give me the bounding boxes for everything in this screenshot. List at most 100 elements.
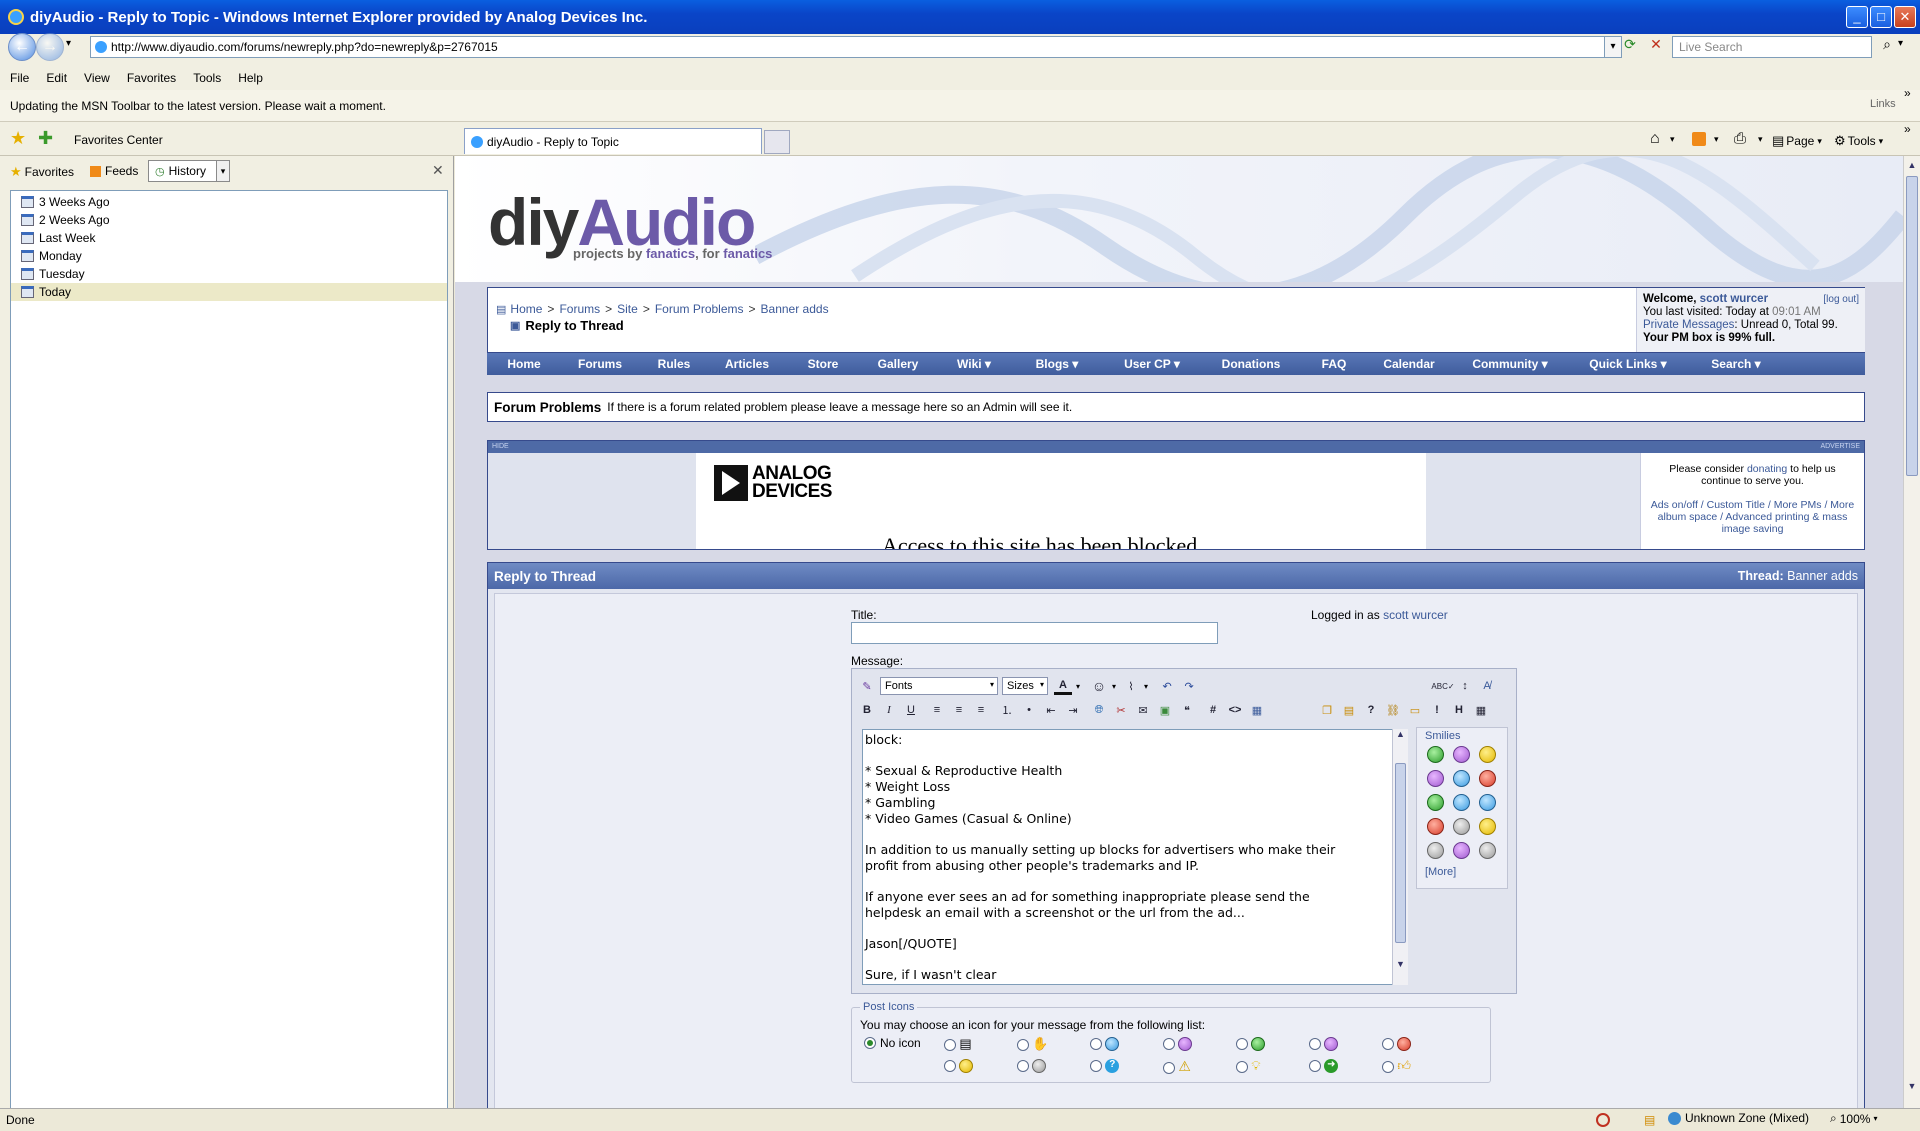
redo-icon[interactable]: ↷ xyxy=(1180,677,1198,695)
history-item[interactable]: Last Week xyxy=(11,229,447,247)
size-select[interactable]: Sizes ▾ xyxy=(1002,677,1048,695)
tools-menu[interactable]: ⚙ Tools ▾ xyxy=(1834,133,1883,149)
forward-button[interactable]: → xyxy=(36,33,64,61)
post-icon-option[interactable] xyxy=(1309,1036,1382,1052)
post-icon-radio[interactable] xyxy=(944,1059,956,1072)
post-icon-radio[interactable] xyxy=(1163,1037,1175,1050)
remove-format-icon[interactable]: A̸ xyxy=(1478,677,1496,695)
page-scroll-up-icon[interactable]: ▲ xyxy=(1904,160,1920,170)
nav-wiki[interactable]: Wiki ▾ xyxy=(935,357,1013,371)
smilie-icon[interactable] xyxy=(1427,770,1444,787)
print-icon[interactable]: ⎙ xyxy=(1734,130,1746,147)
breadcrumb-thread[interactable]: Banner adds xyxy=(761,302,829,316)
insert-email-icon[interactable]: ✉ xyxy=(1134,701,1152,719)
smilie-icon[interactable] xyxy=(1453,842,1470,859)
new-tab-button[interactable] xyxy=(764,130,790,154)
security-warning-icon[interactable]: ▤ xyxy=(1644,1113,1655,1127)
smilie-icon[interactable]: ☺ xyxy=(1090,677,1108,695)
post-icon-radio[interactable] xyxy=(1309,1037,1321,1050)
stop-icon[interactable]: ✕ xyxy=(1646,36,1666,58)
ad-advertise-link[interactable]: ADVERTISE xyxy=(1820,443,1860,450)
home-dropdown-icon[interactable]: ▾ xyxy=(1670,134,1675,145)
history-item[interactable]: 2 Weeks Ago xyxy=(11,211,447,229)
menu-tools[interactable]: Tools xyxy=(193,71,221,85)
tag-icon[interactable]: ▭ xyxy=(1406,701,1424,719)
indent-icon[interactable]: ⇥ xyxy=(1064,701,1082,719)
nav-user-cp[interactable]: User CP ▾ xyxy=(1101,357,1203,371)
smilie-icon[interactable] xyxy=(1453,770,1470,787)
unordered-list-icon[interactable]: • xyxy=(1020,701,1038,719)
post-icon-option[interactable] xyxy=(1236,1036,1309,1052)
menu-edit[interactable]: Edit xyxy=(46,71,67,85)
search-icon[interactable]: ⌕ xyxy=(1876,36,1898,58)
history-item-selected[interactable]: Today xyxy=(11,283,447,301)
help-icon[interactable]: ? xyxy=(1362,701,1380,719)
page-scroll-thumb[interactable] xyxy=(1906,176,1918,476)
history-item[interactable]: Tuesday xyxy=(11,265,447,283)
nav-quick-links[interactable]: Quick Links ▾ xyxy=(1571,357,1685,371)
breadcrumb-forum-problems[interactable]: Forum Problems xyxy=(655,302,744,316)
more-smilies-link[interactable]: [More] xyxy=(1417,861,1507,883)
menu-view[interactable]: View xyxy=(84,71,110,85)
favorites-star-icon[interactable]: ★ xyxy=(10,128,26,149)
attach-dropdown-icon[interactable]: ▾ xyxy=(1144,682,1148,691)
outdent-icon[interactable]: ⇤ xyxy=(1042,701,1060,719)
ordered-list-icon[interactable]: ⒈ xyxy=(998,701,1016,719)
smilie-icon[interactable] xyxy=(1427,746,1444,763)
message-textarea[interactable]: block: * Sexual & Reproductive Health * We… xyxy=(862,729,1408,985)
donate-link[interactable]: donating xyxy=(1747,463,1787,475)
logout-link[interactable]: [log out] xyxy=(1823,293,1859,306)
post-icon-option[interactable]: ? xyxy=(1090,1058,1163,1075)
insert-image-icon[interactable]: ▣ xyxy=(1156,701,1174,719)
align-left-icon[interactable]: ≡ xyxy=(928,701,946,719)
title-input[interactable] xyxy=(851,622,1218,644)
post-icon-option[interactable] xyxy=(1163,1036,1236,1052)
wrap-code-icon[interactable]: # xyxy=(1204,701,1222,719)
print-dropdown-icon[interactable]: ▾ xyxy=(1758,134,1763,145)
paste-icon[interactable]: ▤ xyxy=(1340,701,1358,719)
page-scroll-down-icon[interactable]: ▼ xyxy=(1904,1081,1920,1091)
undo-icon[interactable]: ↶ xyxy=(1158,677,1176,695)
smilie-icon[interactable] xyxy=(1479,842,1496,859)
attach-icon[interactable]: ⌇ xyxy=(1122,677,1140,695)
maximize-button[interactable]: □ xyxy=(1870,6,1892,28)
nav-gallery[interactable]: Gallery xyxy=(861,357,935,371)
message-scrollbar[interactable]: ▲ ▼ xyxy=(1392,729,1408,985)
post-icon-radio[interactable] xyxy=(1236,1060,1248,1073)
font-color-icon[interactable]: A xyxy=(1054,677,1072,695)
smilie-icon[interactable] xyxy=(1479,818,1496,835)
close-panel-icon[interactable]: ✕ xyxy=(432,162,444,179)
post-icon-radio[interactable] xyxy=(1090,1059,1102,1072)
smilie-icon[interactable] xyxy=(1427,818,1444,835)
remove-link-icon[interactable]: ✂ xyxy=(1112,701,1130,719)
post-icon-option[interactable] xyxy=(1017,1058,1090,1075)
bold-icon[interactable]: B xyxy=(858,701,876,719)
breadcrumb-site[interactable]: Site xyxy=(617,302,638,316)
feeds-tab[interactable]: Feeds xyxy=(90,164,138,178)
minimize-button[interactable]: _ xyxy=(1846,6,1868,28)
exclaim-icon[interactable]: ! xyxy=(1428,701,1446,719)
smilie-icon[interactable] xyxy=(1453,794,1470,811)
address-input[interactable]: http://www.diyaudio.com/forums/newreply.… xyxy=(90,36,1610,58)
history-item[interactable]: Monday xyxy=(11,247,447,265)
history-item[interactable]: 3 Weeks Ago xyxy=(11,193,447,211)
home-icon[interactable]: ⌂ xyxy=(1650,130,1660,148)
page-menu[interactable]: ▤ Page ▾ xyxy=(1772,133,1822,149)
smilie-icon[interactable] xyxy=(1479,746,1496,763)
page-scrollbar[interactable]: ▲ ▼ xyxy=(1903,156,1920,1111)
scroll-up-icon[interactable]: ▲ xyxy=(1393,729,1408,739)
nav-donations[interactable]: Donations xyxy=(1203,357,1299,371)
table-icon[interactable]: ▦ xyxy=(1472,701,1490,719)
align-right-icon[interactable]: ≡ xyxy=(972,701,990,719)
scroll-down-icon[interactable]: ▼ xyxy=(1393,959,1408,969)
smilie-dropdown-icon[interactable]: ▾ xyxy=(1112,682,1116,691)
nav-community[interactable]: Community ▾ xyxy=(1449,357,1571,371)
post-icon-radio[interactable] xyxy=(1382,1060,1394,1073)
post-icon-radio[interactable] xyxy=(1163,1061,1175,1074)
italic-icon[interactable]: I xyxy=(880,701,898,719)
nav-home[interactable]: Home xyxy=(487,357,561,371)
no-icon-radio[interactable] xyxy=(864,1037,876,1049)
post-icon-radio[interactable] xyxy=(1017,1059,1029,1072)
smilie-icon[interactable] xyxy=(1479,770,1496,787)
resize-icon[interactable]: ↕ xyxy=(1456,677,1474,695)
